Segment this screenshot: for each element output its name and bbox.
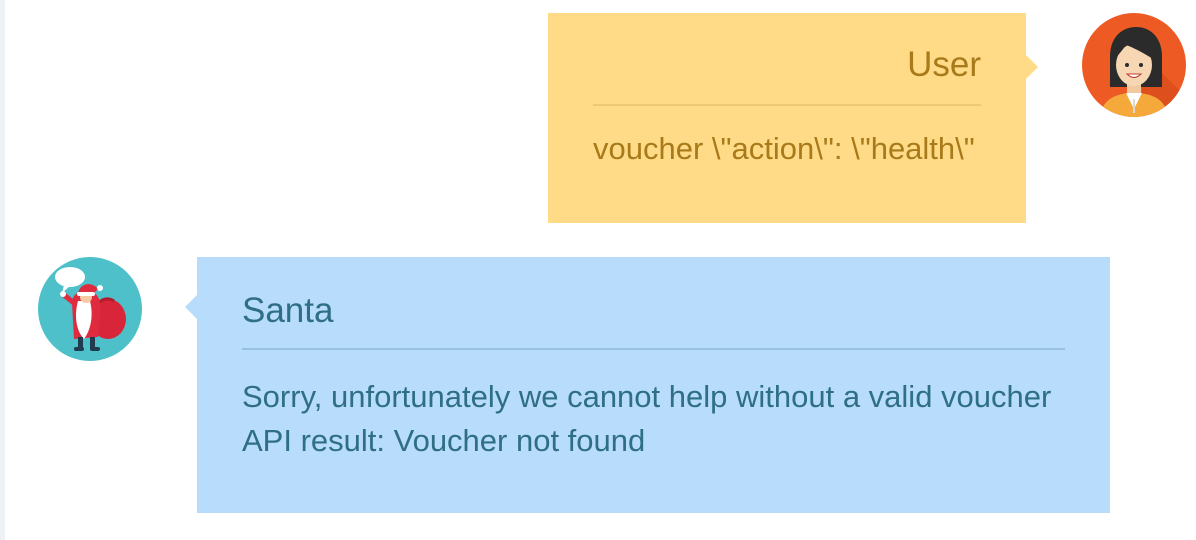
sender-name: Santa — [242, 291, 334, 330]
woman-avatar-icon — [1082, 13, 1186, 117]
santa-avatar-icon — [38, 257, 142, 361]
message-line: API result: Voucher not found — [242, 423, 646, 458]
bubble-divider — [593, 104, 981, 106]
sender-name: User — [907, 45, 981, 84]
bubble-divider — [242, 348, 1065, 350]
message-text: voucher \"action\": \"health\" — [593, 131, 975, 166]
chat-window: User voucher \"action\": \"health\" Sant… — [0, 0, 1196, 540]
santa-message-bubble: Santa Sorry, unfortunately we cannot hel… — [185, 257, 1110, 513]
message-text: Sorry, unfortunately we cannot help with… — [242, 375, 1051, 463]
message-line: Sorry, unfortunately we cannot help with… — [242, 379, 1052, 414]
user-message-bubble: User voucher \"action\": \"health\" — [548, 13, 1038, 223]
left-border — [0, 0, 5, 540]
